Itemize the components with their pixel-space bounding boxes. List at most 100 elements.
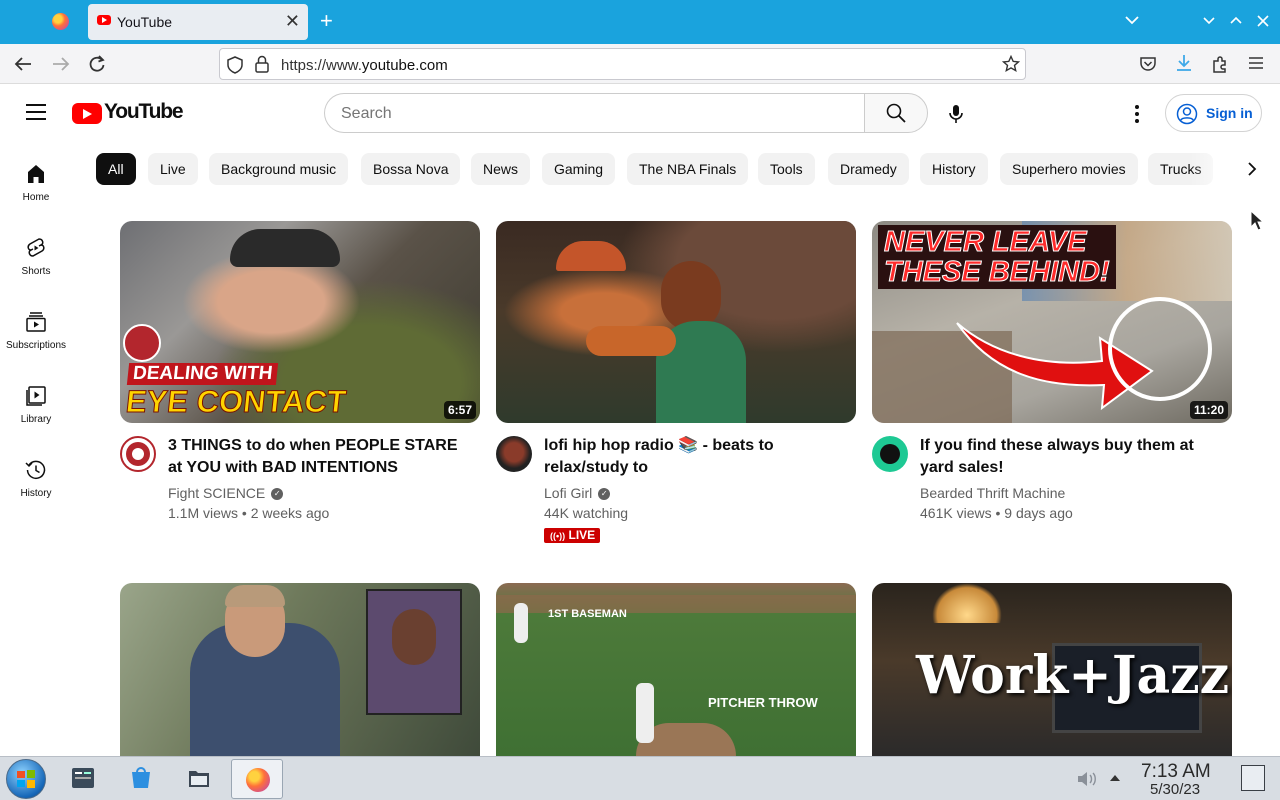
youtube-logo-text[interactable]: YouTube [104, 100, 184, 124]
maximize-icon[interactable] [1230, 16, 1242, 24]
tab-close-button[interactable]: ✕ [285, 11, 300, 31]
search-input[interactable]: Search [324, 93, 865, 133]
back-arrow-icon[interactable] [14, 56, 32, 72]
thumbnail-caption: EYE CONTACT [124, 384, 349, 420]
video-meta: 461K views • 9 days ago [920, 505, 1073, 521]
url-scheme: https://www. [281, 57, 362, 74]
home-icon [28, 165, 44, 183]
chip-background-music[interactable]: Background music [209, 153, 349, 185]
firefox-icon [246, 768, 270, 792]
channel-avatar[interactable] [120, 436, 156, 472]
video-thumbnail[interactable]: 1ST BASEMAN PITCHER THROW [496, 583, 856, 756]
chip-gaming[interactable]: Gaming [542, 153, 616, 185]
channel-name[interactable]: Lofi Girl ✓ [544, 485, 611, 501]
chip-dramedy[interactable]: Dramedy [828, 153, 909, 185]
volume-muted-icon[interactable] [1076, 769, 1098, 789]
thumbnail-caption: PITCHER THROW [708, 695, 818, 710]
chevron-right-icon[interactable] [1240, 157, 1264, 181]
guide-menu-icon[interactable] [26, 104, 46, 120]
microphone-icon[interactable] [944, 102, 968, 126]
video-thumbnail[interactable] [120, 583, 480, 756]
live-badge-label: LIVE [568, 528, 596, 542]
minimize-icon[interactable] [1203, 17, 1215, 25]
clock-time[interactable]: 7:13 AM [1141, 761, 1211, 783]
downloads-icon[interactable] [1175, 54, 1193, 72]
address-bar[interactable]: https://www.youtube.com [219, 48, 1026, 80]
video-thumbnail[interactable]: DEALING WITH EYE CONTACT 6:57 [120, 221, 480, 423]
windows-logo-icon [17, 770, 35, 788]
channel-avatar[interactable] [872, 436, 908, 472]
software-store-icon[interactable] [128, 765, 154, 791]
chip-news[interactable]: News [471, 153, 531, 185]
search-placeholder: Search [341, 105, 392, 122]
browser-nav-bar: https://www.youtube.com [0, 44, 1280, 84]
chip-live[interactable]: Live [148, 153, 198, 185]
video-title[interactable]: If you find these always buy them at yar… [920, 435, 1220, 479]
chip-tools[interactable]: Tools [758, 153, 815, 185]
taskbar-firefox-active[interactable] [231, 759, 283, 799]
thumbnail-caption-line: NEVER LEAVE [884, 226, 1088, 258]
chip-all[interactable]: All [96, 153, 136, 185]
subscriptions-icon [26, 312, 46, 332]
clock-date[interactable]: 5/30/23 [1150, 781, 1200, 798]
sign-in-label: Sign in [1206, 105, 1253, 121]
video-meta: 1.1M views • 2 weeks ago [168, 505, 330, 521]
chip-superhero-movies[interactable]: Superhero movies [1000, 153, 1138, 185]
new-tab-button[interactable]: + [320, 9, 333, 33]
channel-name[interactable]: Fight SCIENCE ✓ [168, 485, 284, 501]
video-thumbnail[interactable]: Work+Jazz [872, 583, 1232, 756]
lock-icon[interactable] [255, 55, 269, 73]
extensions-puzzle-icon[interactable] [1211, 55, 1229, 73]
thumbnail-caption: DEALING WITH [126, 363, 279, 385]
channel-avatar[interactable] [496, 436, 532, 472]
sidebar-item-label: Home [22, 192, 50, 203]
forward-arrow-icon[interactable] [52, 56, 70, 72]
search-button[interactable] [864, 93, 928, 133]
sidebar-item-label: Library [20, 414, 52, 425]
tray-expand-arrow-icon[interactable] [1109, 773, 1121, 783]
video-title[interactable]: 3 THINGS to do when PEOPLE STARE at YOU … [168, 435, 468, 479]
youtube-logo-icon[interactable] [72, 103, 102, 124]
chip-the-nba-finals[interactable]: The NBA Finals [627, 153, 749, 185]
tracking-protection-shield-icon[interactable] [227, 56, 243, 74]
sidebar-item-label: Subscriptions [5, 340, 67, 351]
flower-logo-icon [126, 442, 150, 466]
chip-history[interactable]: History [920, 153, 988, 185]
list-all-tabs-chevron-icon[interactable] [1125, 15, 1139, 25]
thumbnail-caption: 1ST BASEMAN [548, 608, 627, 620]
settings-kebab-icon[interactable] [1127, 102, 1147, 126]
url-domain: youtube.com [361, 57, 448, 74]
system-settings-icon[interactable] [70, 765, 96, 791]
bookmark-star-icon[interactable] [1002, 55, 1020, 73]
sidebar-item-home[interactable]: Home [0, 162, 72, 222]
file-manager-icon[interactable] [186, 765, 212, 791]
video-thumbnail[interactable]: NEVER LEAVE THESE BEHIND! 11:20 [872, 221, 1232, 423]
chip-bossa-nova[interactable]: Bossa Nova [361, 153, 461, 185]
live-badge: ((•)) LIVE [544, 528, 600, 543]
channel-name-text: Fight SCIENCE [168, 485, 266, 501]
url-text[interactable]: https://www.youtube.com [281, 57, 448, 74]
pocket-icon[interactable] [1139, 56, 1157, 72]
start-menu-button[interactable] [6, 759, 46, 799]
verified-check-icon: ✓ [598, 488, 611, 501]
show-desktop-button[interactable] [1241, 765, 1265, 791]
firefox-view-icon[interactable] [52, 13, 69, 30]
library-icon [26, 386, 46, 406]
browser-tab-youtube[interactable]: YouTube ✕ [88, 4, 308, 40]
sidebar-item-library[interactable]: Library [0, 384, 72, 444]
channel-name[interactable]: Bearded Thrift Machine [920, 485, 1065, 501]
sidebar-item-shorts[interactable]: Shorts [0, 236, 72, 296]
sidebar-item-history[interactable]: History [0, 458, 72, 518]
reload-icon[interactable] [88, 55, 106, 73]
sidebar-item-label: Shorts [21, 266, 51, 277]
video-meta: 44K watching [544, 505, 629, 521]
video-title[interactable]: lofi hip hop radio 📚 - beats to relax/st… [544, 435, 844, 479]
browser-tab-strip: YouTube ✕ + [0, 0, 1280, 44]
sidebar-item-subscriptions[interactable]: Subscriptions [0, 310, 72, 370]
sign-in-button[interactable]: Sign in [1165, 94, 1262, 132]
thumbnail-caption: NEVER LEAVE THESE BEHIND! [878, 225, 1116, 289]
close-window-icon[interactable] [1257, 15, 1269, 27]
app-menu-icon[interactable] [1249, 57, 1263, 69]
video-thumbnail[interactable] [496, 221, 856, 423]
live-broadcast-icon: ((•)) [550, 531, 566, 541]
